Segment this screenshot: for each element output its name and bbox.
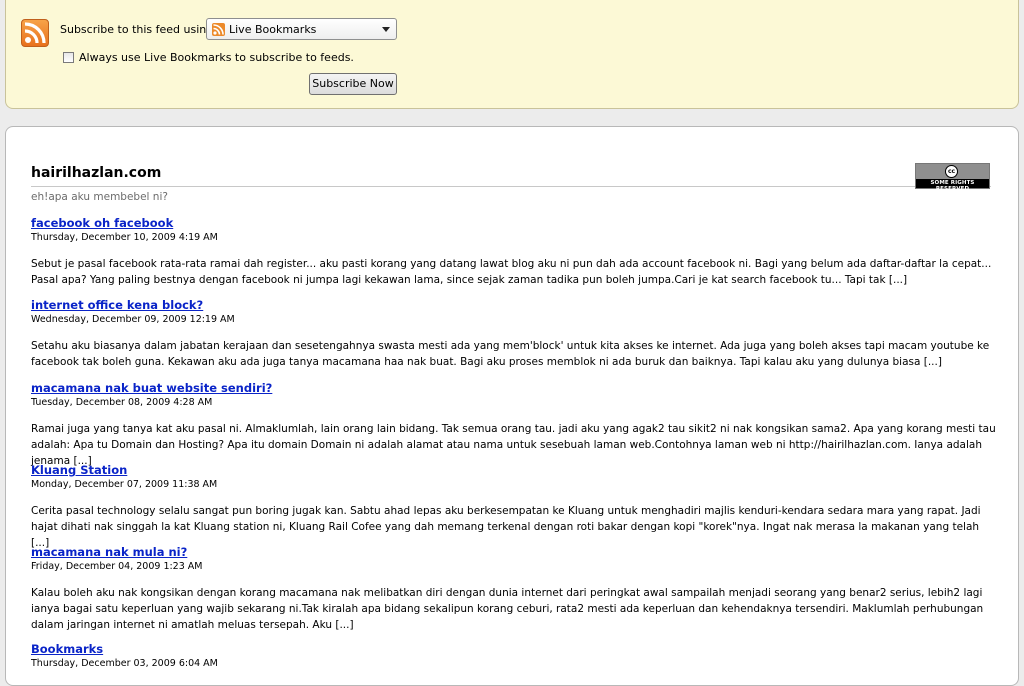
entry-summary: Setahu aku biasanya dalam jabatan keraja… bbox=[31, 340, 990, 368]
always-use-label[interactable]: Always use Live Bookmarks to subscribe t… bbox=[79, 51, 354, 64]
title-divider bbox=[31, 186, 991, 187]
subscribe-label: Subscribe to this feed using bbox=[60, 23, 214, 36]
feed-entry: Bookmarks Thursday, December 03, 2009 6:… bbox=[31, 642, 996, 669]
feed-reader-selected: Live Bookmarks bbox=[229, 23, 317, 36]
feed-content: hairilhazlan.com eh!apa aku membebel ni?… bbox=[5, 126, 1019, 686]
subscribe-panel: Subscribe to this feed using Live Bookma… bbox=[5, 0, 1019, 109]
feed-reader-select[interactable]: Live Bookmarks bbox=[206, 18, 397, 40]
entry-title-link[interactable]: facebook oh facebook bbox=[31, 216, 173, 230]
entry-date: Friday, December 04, 2009 1:23 AM bbox=[31, 561, 203, 572]
cc-badge-text: SOME RIGHTS RESERVED bbox=[930, 180, 975, 192]
subscribe-now-button[interactable]: Subscribe Now bbox=[309, 73, 397, 95]
entry-summary: Kalau boleh aku nak kongsikan dengan kor… bbox=[31, 587, 984, 631]
rss-feed-icon bbox=[21, 19, 49, 47]
feed-entry: macamana nak buat website sendiri? Tuesd… bbox=[31, 381, 996, 469]
entry-title-link[interactable]: macamana nak mula ni? bbox=[31, 545, 187, 559]
feed-entry: macamana nak mula ni? Friday, December 0… bbox=[31, 545, 996, 633]
entry-date: Thursday, December 03, 2009 6:04 AM bbox=[31, 658, 218, 669]
feed-entry: facebook oh facebook Thursday, December … bbox=[31, 216, 996, 288]
cc-icon: cc bbox=[945, 165, 958, 178]
entry-date: Monday, December 07, 2009 11:38 AM bbox=[31, 479, 218, 490]
entry-date: Tuesday, December 08, 2009 4:28 AM bbox=[31, 397, 213, 408]
entry-date: Thursday, December 10, 2009 4:19 AM bbox=[31, 232, 218, 243]
feed-subtitle: eh!apa aku membebel ni? bbox=[31, 191, 168, 203]
creative-commons-badge[interactable]: cc SOME RIGHTS RESERVED bbox=[915, 163, 990, 192]
entry-title-link[interactable]: Kluang Station bbox=[31, 463, 127, 477]
dropdown-arrow-icon bbox=[382, 27, 390, 32]
feed-entry: Kluang Station Monday, December 07, 2009… bbox=[31, 463, 996, 551]
entry-summary: Cerita pasal technology selalu sangat pu… bbox=[31, 505, 981, 549]
entry-title-link[interactable]: Bookmarks bbox=[31, 642, 103, 656]
always-use-checkbox[interactable] bbox=[63, 52, 74, 63]
entry-date: Wednesday, December 09, 2009 12:19 AM bbox=[31, 314, 235, 325]
entry-title-link[interactable]: internet office kena block? bbox=[31, 298, 203, 312]
entry-title-link[interactable]: macamana nak buat website sendiri? bbox=[31, 381, 272, 395]
feed-title: hairilhazlan.com bbox=[31, 165, 162, 181]
entry-summary: Sebut je pasal facebook rata-rata ramai … bbox=[31, 258, 992, 286]
feed-entry: internet office kena block? Wednesday, D… bbox=[31, 298, 996, 370]
live-bookmarks-icon bbox=[212, 23, 225, 36]
entry-summary: Ramai juga yang tanya kat aku pasal ni. … bbox=[31, 423, 996, 467]
